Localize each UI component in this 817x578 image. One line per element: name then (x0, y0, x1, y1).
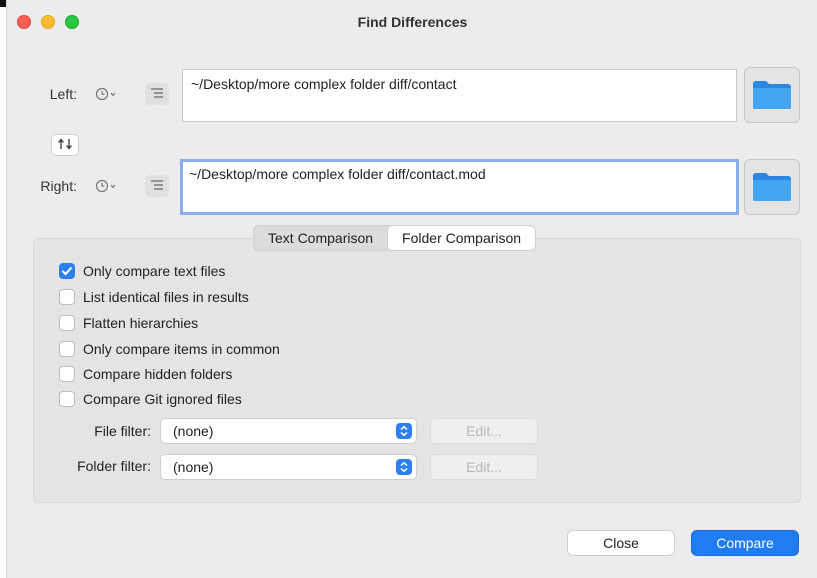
checkmark-icon (61, 263, 73, 279)
option-label: Compare hidden folders (83, 366, 233, 382)
folder-icon (752, 170, 792, 205)
option-label: List identical files in results (83, 289, 249, 305)
checkbox[interactable] (59, 263, 75, 279)
swap-paths-button[interactable] (51, 134, 79, 156)
right-choose-folder-button[interactable] (744, 159, 800, 215)
comparison-mode-tabs: Text Comparison Folder Comparison (253, 225, 537, 251)
folder-icon (752, 78, 792, 113)
file-filter-value: (none) (173, 423, 214, 439)
option-label: Only compare text files (83, 263, 226, 279)
checkbox[interactable] (59, 366, 75, 382)
option-label: Flatten hierarchies (83, 315, 199, 331)
right-history-button[interactable] (91, 175, 123, 197)
compare-button[interactable]: Compare (691, 530, 799, 556)
option-compare-git-ignored-files[interactable]: Compare Git ignored files (59, 389, 242, 409)
option-only-compare-text-files[interactable]: Only compare text files (59, 261, 225, 281)
clock-icon (95, 179, 119, 193)
folder-filter-edit-button[interactable]: Edit... (430, 454, 538, 480)
folder-filter-label: Folder filter: (77, 458, 151, 474)
checkbox[interactable] (59, 391, 75, 407)
swap-icon (57, 137, 73, 154)
title-bar: Find Differences (7, 0, 817, 44)
file-filter-edit-button[interactable]: Edit... (430, 418, 538, 444)
list-icon (150, 178, 164, 194)
close-button[interactable]: Close (567, 530, 675, 556)
tab-text-comparison[interactable]: Text Comparison (254, 226, 387, 250)
file-filter-label: File filter: (94, 423, 151, 439)
right-label: Right: (40, 178, 77, 194)
popup-arrows-icon (396, 459, 412, 475)
window-title: Find Differences (357, 14, 468, 30)
left-history-button[interactable] (91, 83, 123, 105)
file-filter-popup[interactable]: (none) (160, 418, 417, 444)
left-recent-list-button[interactable] (145, 83, 169, 105)
left-choose-folder-button[interactable] (744, 67, 800, 123)
option-only-compare-items-in-common[interactable]: Only compare items in common (59, 339, 280, 359)
option-label: Compare Git ignored files (83, 391, 242, 407)
option-list-identical-files[interactable]: List identical files in results (59, 287, 249, 307)
left-path-field[interactable]: ~/Desktop/more complex folder diff/conta… (182, 69, 737, 122)
popup-arrows-icon (396, 423, 412, 439)
left-label: Left: (49, 86, 77, 102)
clock-icon (95, 87, 119, 101)
option-compare-hidden-folders[interactable]: Compare hidden folders (59, 364, 232, 384)
right-path-field[interactable]: ~/Desktop/more complex folder diff/conta… (180, 159, 739, 215)
option-flatten-hierarchies[interactable]: Flatten hierarchies (59, 313, 198, 333)
folder-filter-value: (none) (173, 459, 214, 475)
option-label: Only compare items in common (83, 341, 280, 357)
checkbox[interactable] (59, 289, 75, 305)
find-differences-window: Find Differences Left: ~/Desktop/more co… (6, 0, 817, 578)
list-icon (150, 86, 164, 102)
checkbox[interactable] (59, 341, 75, 357)
tab-folder-comparison[interactable]: Folder Comparison (387, 226, 536, 250)
right-recent-list-button[interactable] (145, 175, 169, 197)
folder-filter-popup[interactable]: (none) (160, 454, 417, 480)
checkbox[interactable] (59, 315, 75, 331)
